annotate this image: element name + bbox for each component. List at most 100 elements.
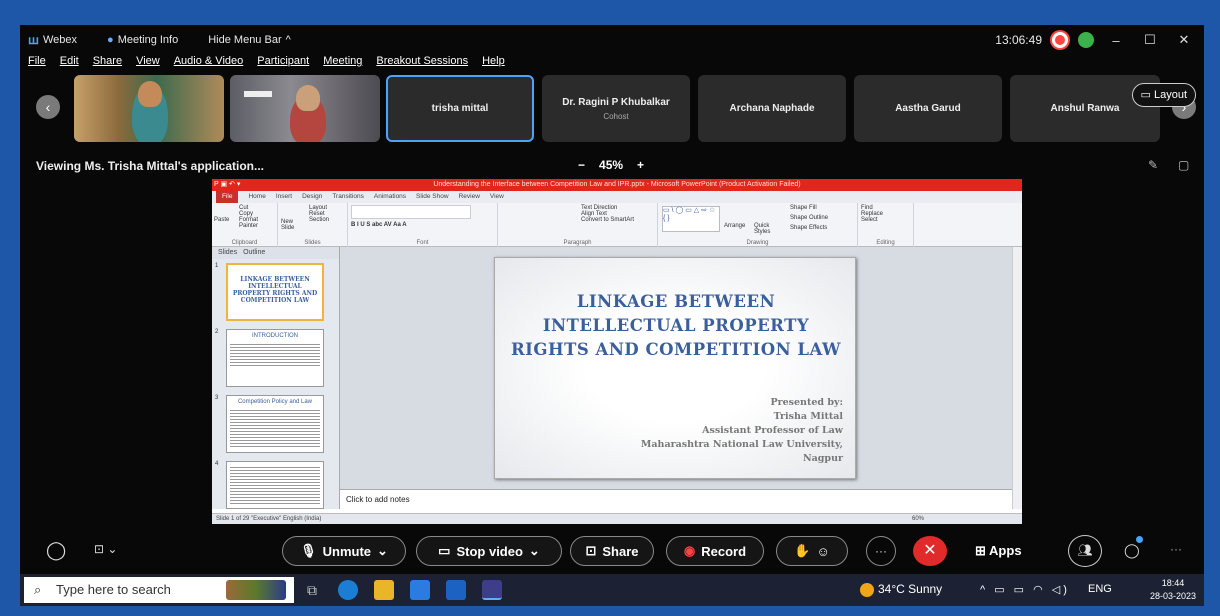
menu-view[interactable]: View: [136, 55, 160, 73]
panel-tab-slides[interactable]: Slides: [218, 247, 237, 259]
more-options-icon[interactable]: ···: [866, 536, 896, 566]
menu-help[interactable]: Help: [482, 55, 505, 73]
ribbon-font-styles[interactable]: B I U S abc AV Aa A: [351, 222, 494, 228]
menu-participant[interactable]: Participant: [257, 55, 309, 73]
participant-tile[interactable]: Archana Naphade: [698, 75, 846, 142]
ppt-tab-design[interactable]: Design: [302, 191, 322, 203]
ribbon-quick-styles[interactable]: Quick Styles: [754, 223, 780, 235]
file-explorer-icon[interactable]: [374, 580, 394, 600]
stop-video-button[interactable]: ▭ Stop video ⌄: [416, 536, 562, 566]
layout-button[interactable]: ▭ Layout: [1131, 83, 1196, 107]
slide-thumbnail[interactable]: LINKAGE BETWEEN INTELLECTUAL PROPERTY RI…: [226, 263, 324, 321]
participant-tile[interactable]: Dr. Ragini P Khubalkar Cohost: [542, 75, 690, 142]
shapes-gallery-icon[interactable]: ▭ \ ◯ ▭ △ ⇨ ☆ { }: [662, 206, 720, 232]
taskbar-search[interactable]: ⌕ Type here to search: [24, 577, 294, 603]
ribbon-section[interactable]: Section: [309, 217, 344, 223]
meeting-info-button[interactable]: ● Meeting Info: [107, 34, 178, 46]
slide-scrollbar[interactable]: [1012, 247, 1022, 509]
emoji-icon[interactable]: ☺: [816, 544, 829, 559]
popout-icon[interactable]: ▢: [1178, 158, 1189, 172]
overflow-icon[interactable]: ···: [1170, 542, 1182, 556]
search-placeholder: Type here to search: [56, 582, 171, 597]
menu-breakout[interactable]: Breakout Sessions: [376, 55, 468, 73]
participant-name: Dr. Ragini P Khubalkar: [562, 96, 670, 108]
ribbon-smartart[interactable]: Convert to SmartArt: [581, 217, 654, 223]
webex-taskbar-icon[interactable]: [482, 580, 502, 600]
unmute-label: Unmute: [322, 543, 371, 559]
participant-tile[interactable]: trisha mittal: [386, 75, 534, 142]
maximize-icon[interactable]: ☐: [1138, 32, 1162, 48]
strip-prev-icon[interactable]: ‹: [36, 95, 60, 119]
ppt-tab-insert[interactable]: Insert: [276, 191, 292, 203]
notes-pane[interactable]: Click to add notes: [340, 489, 1012, 509]
ribbon-shape-outline[interactable]: Shape Outline: [790, 215, 828, 221]
ppt-tab-file[interactable]: File: [216, 191, 239, 203]
weather-icon: [860, 583, 874, 597]
app-name: Webex: [42, 34, 78, 46]
ppt-tab-home[interactable]: Home: [248, 191, 265, 203]
status-zoom: 60%: [912, 516, 925, 522]
shared-screen: Understanding the Interface between Comp…: [212, 179, 1022, 524]
speaker-status-icon[interactable]: ◯: [46, 540, 66, 561]
video-tile-2[interactable]: [230, 75, 380, 142]
task-view-icon[interactable]: ⧉: [302, 580, 322, 600]
annotate-icon[interactable]: ✎: [1148, 158, 1158, 172]
ribbon-arrange[interactable]: Arrange: [724, 223, 745, 229]
participant-tile[interactable]: Aastha Garud: [854, 75, 1002, 142]
slide-thumbnail[interactable]: Competition Policy and Law: [226, 395, 324, 453]
group-label: Editing: [876, 240, 895, 246]
mail-icon[interactable]: [446, 580, 466, 600]
ppt-tab-slideshow[interactable]: Slide Show: [416, 191, 449, 203]
apps-button[interactable]: ⊞ Apps: [975, 543, 1022, 559]
webex-app-menu[interactable]: ꟺ Webex: [28, 33, 77, 47]
menu-share[interactable]: Share: [93, 55, 122, 73]
raise-hand-icon[interactable]: ✋: [794, 543, 810, 559]
menu-meeting[interactable]: Meeting: [323, 55, 362, 73]
ribbon-select[interactable]: Select: [861, 217, 910, 223]
ribbon-paste[interactable]: Paste: [214, 217, 229, 223]
ribbon-shape-effects[interactable]: Shape Effects: [790, 225, 827, 231]
presenter-block: Presented by: Trisha Mittal Assistant Pr…: [641, 396, 843, 466]
participants-icon[interactable]: 👥︎: [1068, 535, 1102, 567]
taskbar-clock[interactable]: 18:44 28-03-2023: [1150, 577, 1196, 603]
presenter-line: Assistant Professor of Law: [702, 425, 843, 436]
reactions-group: ✋ ☺: [776, 536, 848, 566]
slide-thumbnail[interactable]: [226, 461, 324, 509]
ribbon-new-slide[interactable]: New Slide: [281, 219, 307, 231]
participant-role: Cohost: [603, 111, 629, 121]
ppt-tab-animations[interactable]: Animations: [374, 191, 406, 203]
menu-audio-video[interactable]: Audio & Video: [174, 55, 244, 73]
presenter-line: Presented by:: [770, 397, 843, 408]
font-name-box[interactable]: [351, 205, 471, 219]
ppt-tab-review[interactable]: Review: [459, 191, 480, 203]
participant-name: Archana Naphade: [729, 103, 815, 114]
menu-file[interactable]: File: [28, 55, 46, 73]
system-tray-icons[interactable]: ^ ▭ ▭ ◠ ◁): [980, 583, 1070, 596]
apps-label: Apps: [989, 543, 1022, 558]
share-button[interactable]: ⊡ Share: [570, 536, 654, 566]
zoom-out-button[interactable]: −: [578, 158, 585, 172]
presenter-line: Trisha Mittal: [773, 411, 843, 422]
record-button[interactable]: ◉ Record: [666, 536, 764, 566]
ribbon-shape-fill[interactable]: Shape Fill: [790, 205, 817, 211]
camera-icon: ▭: [438, 543, 451, 558]
language-indicator[interactable]: ENG: [1088, 583, 1112, 595]
slide-thumbnail[interactable]: INTRODUCTION: [226, 329, 324, 387]
hide-menu-bar-button[interactable]: Hide Menu Bar ^: [208, 34, 291, 46]
leave-meeting-button[interactable]: ✕: [913, 536, 947, 566]
minimize-icon[interactable]: –: [1104, 33, 1128, 48]
store-icon[interactable]: [410, 580, 430, 600]
ribbon-format-painter[interactable]: Format Painter: [239, 217, 274, 229]
unmute-button[interactable]: 🎙︎ Unmute ⌄: [282, 536, 406, 566]
close-icon[interactable]: ✕: [1172, 32, 1196, 48]
video-tile-1[interactable]: [74, 75, 224, 142]
edge-icon[interactable]: [338, 580, 358, 600]
menu-edit[interactable]: Edit: [60, 55, 79, 73]
current-slide[interactable]: LINKAGE BETWEEN INTELLECTUAL PROPERTY RI…: [494, 257, 856, 479]
zoom-in-button[interactable]: +: [637, 158, 644, 172]
ppt-tab-view[interactable]: View: [490, 191, 504, 203]
captions-icon[interactable]: ⊡ ⌄: [94, 542, 117, 556]
chat-icon[interactable]: ◯: [1124, 542, 1140, 559]
ppt-tab-transitions[interactable]: Transitions: [332, 191, 364, 203]
panel-tab-outline[interactable]: Outline: [243, 247, 265, 259]
